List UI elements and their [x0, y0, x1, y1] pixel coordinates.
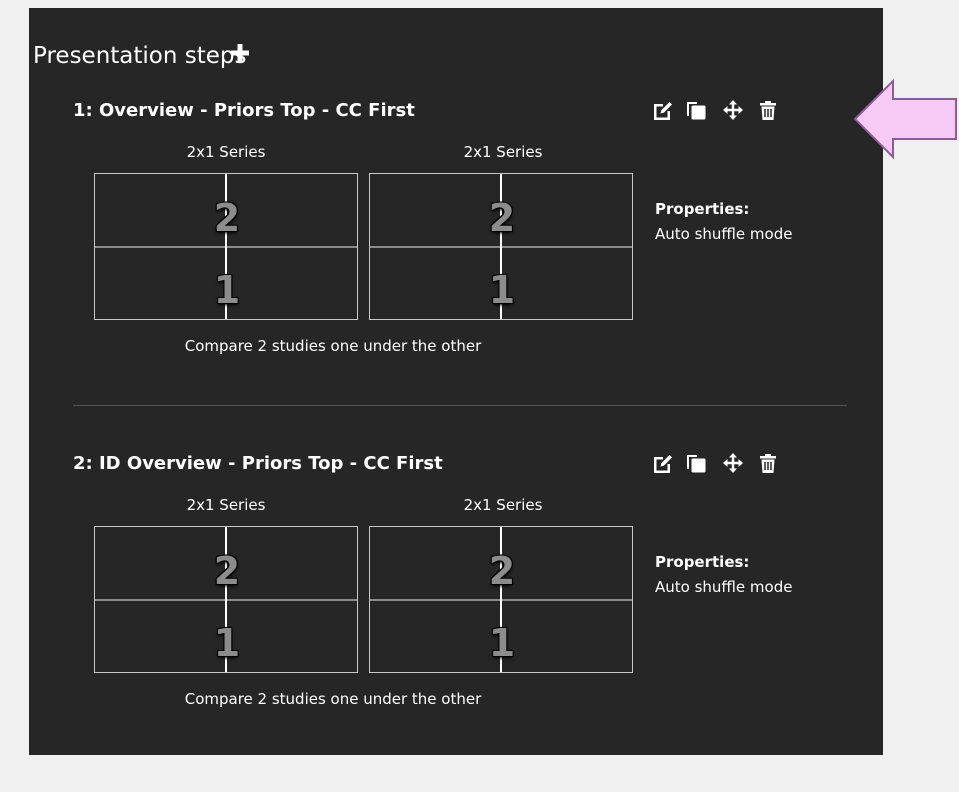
presentation-step: 2: ID Overview - Priors Top - CC First 2…: [29, 452, 883, 792]
trash-icon[interactable]: [757, 452, 779, 474]
layout-label: 2x1 Series: [463, 143, 543, 161]
edit-icon[interactable]: [651, 452, 673, 474]
panel-title: Presentation steps: [33, 43, 247, 69]
plus-icon[interactable]: [231, 44, 249, 62]
viewport-number: 2: [488, 549, 516, 593]
step-title: 1: Overview - Priors Top - CC First: [73, 100, 415, 121]
viewport-number: 1: [213, 621, 241, 665]
layout-label: 2x1 Series: [186, 496, 266, 514]
trash-icon[interactable]: [757, 99, 779, 121]
copy-icon[interactable]: [685, 452, 707, 474]
presentation-steps-panel: Presentation steps 1: Overview - Priors …: [29, 8, 883, 755]
viewport-number: 2: [488, 196, 516, 240]
layout-thumbnail[interactable]: 2 1: [369, 526, 633, 673]
properties-label: Properties:: [655, 200, 750, 218]
viewport-number: 2: [213, 196, 241, 240]
callout-arrow-icon: [852, 78, 959, 160]
viewport-number: 1: [213, 268, 241, 312]
properties-label: Properties:: [655, 553, 750, 571]
edit-icon[interactable]: [651, 99, 673, 121]
properties-value: Auto shuffle mode: [655, 225, 793, 243]
layout-label: 2x1 Series: [463, 496, 543, 514]
step-properties: Properties: Auto shuffle mode: [655, 197, 795, 247]
layout-label: 2x1 Series: [186, 143, 266, 161]
viewport-number: 1: [488, 621, 516, 665]
layout-thumbnail[interactable]: 2 1: [94, 526, 358, 673]
move-icon[interactable]: [722, 99, 744, 121]
step-description: Compare 2 studies one under the other: [184, 337, 482, 355]
layout-thumbnail[interactable]: 2 1: [369, 173, 633, 320]
viewport-number: 1: [488, 268, 516, 312]
step-properties: Properties: Auto shuffle mode: [655, 550, 795, 600]
copy-icon[interactable]: [685, 99, 707, 121]
step-divider: [73, 405, 847, 406]
layout-thumbnail[interactable]: 2 1: [94, 173, 358, 320]
step-description: Compare 2 studies one under the other: [184, 690, 482, 708]
step-title: 2: ID Overview - Priors Top - CC First: [73, 453, 443, 474]
step-actions: [649, 99, 849, 123]
step-actions: [649, 452, 849, 476]
properties-value: Auto shuffle mode: [655, 578, 793, 596]
viewport-number: 2: [213, 549, 241, 593]
move-icon[interactable]: [722, 452, 744, 474]
presentation-step: 1: Overview - Priors Top - CC First 2x1 …: [29, 99, 883, 439]
